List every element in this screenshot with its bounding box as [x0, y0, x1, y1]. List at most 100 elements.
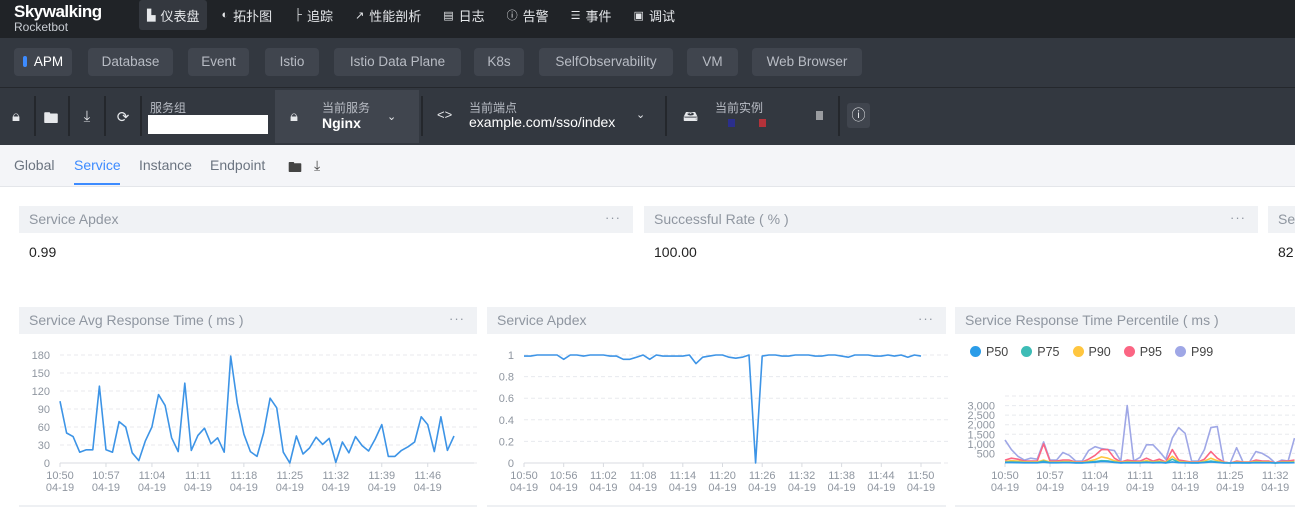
card-header: Service Apdex ··· [19, 206, 633, 233]
x-tick-label: 11:11 [185, 470, 211, 482]
x-tick-label: 11:39 [368, 470, 395, 482]
more-icon[interactable]: ··· [449, 307, 465, 332]
log-icon: ▤ [443, 9, 454, 22]
avg-response-time-chart: 030609012015018010:5004-1910:5704-1911:0… [32, 350, 480, 494]
instance-color-swatch [816, 111, 823, 120]
nav-item-1[interactable]: ◐ 拓扑图 [213, 0, 280, 30]
download-icon[interactable]: ⤓ [314, 157, 320, 174]
layer-tab-vm[interactable]: VM [687, 48, 738, 76]
x-tick-date: 04-19 [748, 482, 776, 494]
trace-icon: ├ [294, 9, 302, 21]
lock-icon[interactable]: 🔒︎ [7, 108, 25, 125]
service-select[interactable]: 🔒︎ 当前服务 Nginx ⌄ [275, 90, 419, 143]
tab-instance[interactable]: Instance [139, 157, 192, 173]
service-icon: 🔒︎ [290, 108, 298, 125]
x-tick-label: 11:25 [276, 470, 303, 482]
layer-tab-selfobservability[interactable]: SelfObservability [539, 48, 673, 76]
y-tick-label: 180 [32, 350, 50, 362]
x-tick-label: 11:04 [1082, 470, 1109, 482]
layer-label: VM [702, 54, 723, 69]
x-tick-date: 04-19 [230, 482, 258, 494]
layer-label: Istio [279, 54, 305, 69]
nav-item-6[interactable]: ☰ 事件 [563, 0, 620, 30]
layer-tab-istio[interactable]: Istio [265, 48, 319, 76]
layer-tab-web-browser[interactable]: Web Browser [752, 48, 862, 76]
apdex-chart: 00.20.40.60.8110:5004-1910:5604-1911:020… [499, 350, 948, 494]
card-header: Ser [1268, 206, 1295, 233]
x-tick-label: 11:25 [1217, 470, 1244, 482]
nav-label: 性能剖析 [369, 8, 422, 24]
x-tick-label: 11:38 [828, 470, 855, 482]
layer-tab-apm[interactable]: APM [14, 48, 72, 76]
x-tick-date: 04-19 [46, 482, 74, 494]
service-group-input[interactable] [148, 115, 268, 134]
card-header: Successful Rate ( % ) ··· [644, 206, 1258, 233]
x-tick-date: 04-19 [1261, 482, 1289, 494]
more-icon[interactable]: ··· [605, 206, 621, 231]
x-tick-date: 04-19 [907, 482, 935, 494]
x-tick-label: 10:57 [92, 470, 120, 482]
x-tick-date: 04-19 [276, 482, 304, 494]
x-tick-label: 11:46 [414, 470, 441, 482]
x-tick-date: 04-19 [510, 482, 538, 494]
chart-icon: ▙ [147, 9, 156, 22]
x-tick-label: 10:50 [991, 470, 1019, 482]
y-tick-label: 120 [32, 386, 50, 398]
x-tick-label: 11:14 [669, 470, 696, 482]
layer-tab-event[interactable]: Event [188, 48, 249, 76]
x-tick-label: 11:44 [868, 470, 895, 482]
folder-icon[interactable]: 🖿 [42, 108, 60, 133]
x-tick-label: 11:32 [322, 470, 349, 482]
info-icon[interactable]: ⓘ [847, 103, 870, 128]
logo-subtext: Rocketbot [14, 20, 69, 34]
x-tick-date: 04-19 [184, 482, 212, 494]
x-tick-label: 11:02 [590, 470, 617, 482]
y-tick-label: 60 [38, 422, 50, 434]
dashboard-tabs: Global Service Instance Endpoint 🖿 ⤓ [0, 145, 1295, 187]
nav-item-5[interactable]: ⓘ 告警 [499, 0, 557, 30]
skywalking-logo[interactable]: Skywalking Rocketbot [14, 2, 102, 34]
nav-item-2[interactable]: ├ 追踪 [286, 0, 341, 30]
nav-item-0[interactable]: ▙ 仪表盘 [139, 0, 208, 30]
y-tick-label: 3,000 [967, 401, 995, 413]
layer-tab-k8s[interactable]: K8s [474, 48, 524, 76]
tab-endpoint[interactable]: Endpoint [210, 157, 265, 173]
active-indicator [22, 56, 27, 67]
nav-item-3[interactable]: ↗ 性能剖析 [347, 0, 429, 30]
x-tick-label: 11:18 [231, 470, 258, 482]
x-tick-date: 04-19 [1036, 482, 1064, 494]
chevron-down-icon[interactable]: ⌄ [636, 108, 645, 121]
card-value: 100.00 [654, 244, 697, 260]
response-percentile-chart: 5001,0001,5002,0002,5003,00010:5004-1910… [967, 395, 1295, 494]
layer-tab-database[interactable]: Database [88, 48, 173, 76]
x-tick-label: 11:20 [709, 470, 736, 482]
tab-service[interactable]: Service [74, 157, 121, 173]
alarm-icon: ⓘ [506, 10, 518, 22]
x-tick-label: 11:04 [139, 470, 166, 482]
endpoint-select[interactable]: example.com/sso/index [469, 114, 615, 130]
nav-item-7[interactable]: ▣ 调试 [626, 0, 683, 30]
x-tick-date: 04-19 [138, 482, 166, 494]
x-tick-label: 11:18 [1172, 470, 1199, 482]
tab-global[interactable]: Global [14, 157, 54, 173]
more-icon[interactable]: ··· [1230, 206, 1246, 231]
download-icon[interactable]: ⤓ [78, 108, 96, 125]
nav-label: 告警 [522, 8, 549, 24]
service-label: 当前服务 [322, 101, 371, 115]
layer-label: Database [101, 54, 160, 69]
x-tick-date: 04-19 [991, 482, 1019, 494]
more-icon[interactable]: ··· [918, 307, 934, 332]
refresh-icon[interactable]: ⟳ [114, 108, 132, 126]
x-tick-date: 04-19 [788, 482, 816, 494]
nav-item-4[interactable]: ▤ 日志 [435, 0, 492, 30]
folder-icon[interactable]: 🖿 [288, 157, 302, 181]
instance-color-swatch [728, 119, 735, 127]
chevron-down-icon: ⌄ [387, 111, 397, 123]
series-line-value [59, 355, 455, 464]
x-tick-label: 10:50 [510, 470, 538, 482]
layer-tab-istio-data-plane[interactable]: Istio Data Plane [334, 48, 461, 76]
debug-icon: ▣ [633, 9, 644, 22]
layer-label: APM [33, 54, 64, 69]
y-tick-label: 0.8 [499, 372, 514, 384]
x-tick-date: 04-19 [589, 482, 617, 494]
